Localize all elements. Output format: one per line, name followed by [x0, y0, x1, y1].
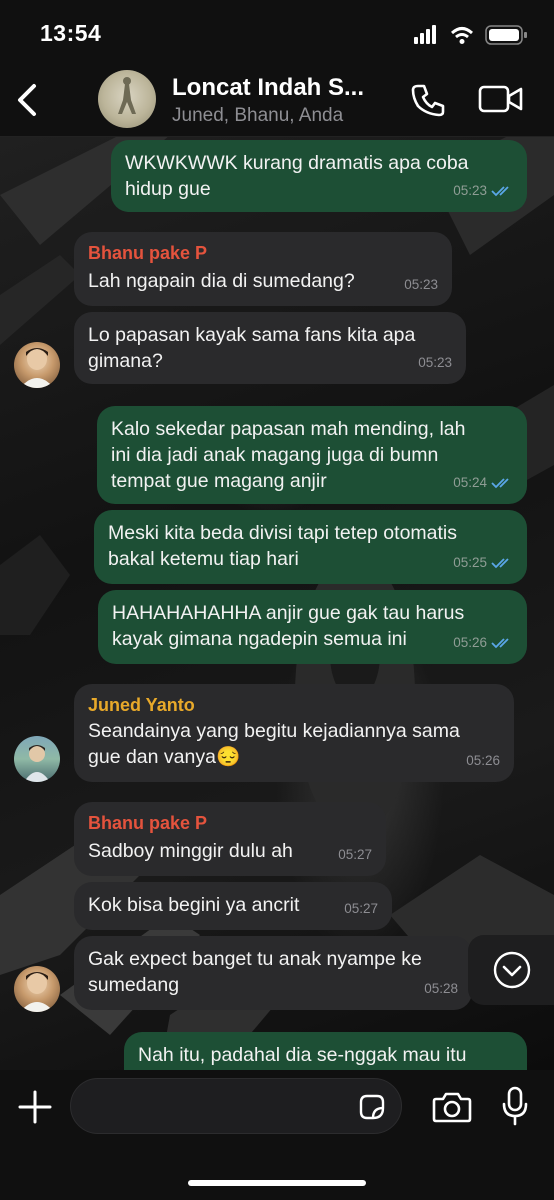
group-members[interactable]: Juned, Bhanu, Anda: [172, 105, 343, 127]
microphone-icon[interactable]: [500, 1086, 530, 1126]
message-bubble-incoming[interactable]: Kok bisa begini ya ancrit 05:27: [74, 882, 392, 930]
message-bubble-outgoing[interactable]: WKWKWWK kurang dramatis apa coba hidup g…: [111, 140, 527, 212]
back-chevron-icon[interactable]: [12, 80, 42, 120]
status-time: 13:54: [40, 20, 102, 46]
message-text: Kok bisa begini ya ancrit: [88, 894, 300, 916]
message-bubble-outgoing[interactable]: Kalo sekedar papasan mah mending, lah in…: [97, 406, 527, 504]
message-text: Meski kita beda divisi tapi tetep otomat…: [108, 522, 458, 570]
message-input[interactable]: [70, 1078, 402, 1134]
message-text: HAHAHAHAHHA anjir gue gak tau harus kaya…: [112, 602, 465, 650]
message-meta: 05:23: [418, 355, 452, 370]
video-camera-icon[interactable]: [478, 84, 524, 114]
message-bubble-incoming[interactable]: Juned Yanto Seandainya yang begitu kejad…: [74, 684, 514, 782]
message-meta: 05:26: [453, 630, 513, 656]
message-text: Seandainya yang begitu kejadiannya sama …: [88, 720, 460, 768]
message-bubble-incoming[interactable]: Gak expect banget tu anak nyampe ke sume…: [74, 936, 472, 1010]
status-icons: [414, 25, 527, 45]
message-meta: 05:26: [466, 753, 500, 768]
read-ticks-icon: [491, 638, 509, 649]
read-ticks-icon: [491, 186, 509, 197]
message-meta: 05:28: [424, 981, 458, 996]
avatar-juned[interactable]: [14, 736, 60, 782]
read-ticks-icon: [491, 558, 509, 569]
scroll-to-bottom-button[interactable]: [468, 935, 554, 1005]
avatar-bhanu[interactable]: [14, 342, 60, 388]
message-meta: 05:25: [453, 550, 513, 576]
message-text: WKWKWWK kurang dramatis apa coba hidup g…: [125, 152, 469, 200]
message-bubble-outgoing[interactable]: HAHAHAHAHHA anjir gue gak tau harus kaya…: [98, 590, 527, 664]
sender-name: Juned Yanto: [88, 695, 195, 715]
message-meta: 05:23: [404, 277, 438, 292]
message-text: Nah itu, padahal dia se-nggak mau itu: [138, 1044, 467, 1066]
sender-name: Bhanu pake P: [88, 813, 208, 833]
message-text: Gak expect banget tu anak nyampe ke sume…: [88, 948, 422, 996]
group-title[interactable]: Loncat Indah S...: [172, 74, 364, 102]
message-bubble-incoming[interactable]: Bhanu pake P Sadboy minggir dulu ah 05:2…: [74, 802, 386, 876]
home-indicator: [188, 1180, 366, 1186]
message-bubble-incoming[interactable]: Lo papasan kayak sama fans kita apa gima…: [74, 312, 466, 384]
camera-icon[interactable]: [432, 1090, 472, 1124]
sender-name: Bhanu pake P: [88, 243, 208, 263]
status-bar: 13:54: [0, 0, 554, 66]
message-bubble-incoming[interactable]: Bhanu pake P Lah ngapain dia di sumedang…: [74, 232, 452, 306]
message-text: Kalo sekedar papasan mah mending, lah in…: [111, 418, 466, 492]
message-text: Sadboy minggir dulu ah: [88, 840, 293, 862]
plus-icon[interactable]: [18, 1090, 52, 1124]
sticker-icon[interactable]: [357, 1092, 387, 1122]
message-meta: 05:27: [338, 847, 372, 862]
message-meta: 05:24: [453, 470, 513, 496]
message-text: Lah ngapain dia di sumedang?: [88, 270, 355, 292]
scroll-down-icon: [493, 951, 531, 989]
avatar-bhanu[interactable]: [14, 966, 60, 1012]
phone-icon[interactable]: [410, 82, 446, 118]
chat-header: Loncat Indah S... Juned, Bhanu, Anda: [0, 66, 554, 137]
group-avatar[interactable]: [98, 70, 156, 128]
message-text: Lo papasan kayak sama fans kita apa gima…: [88, 324, 416, 372]
message-meta: 05:27: [344, 901, 378, 916]
message-bubble-outgoing[interactable]: Meski kita beda divisi tapi tetep otomat…: [94, 510, 527, 584]
message-meta: 05:23: [453, 178, 513, 204]
read-ticks-icon: [491, 478, 509, 489]
